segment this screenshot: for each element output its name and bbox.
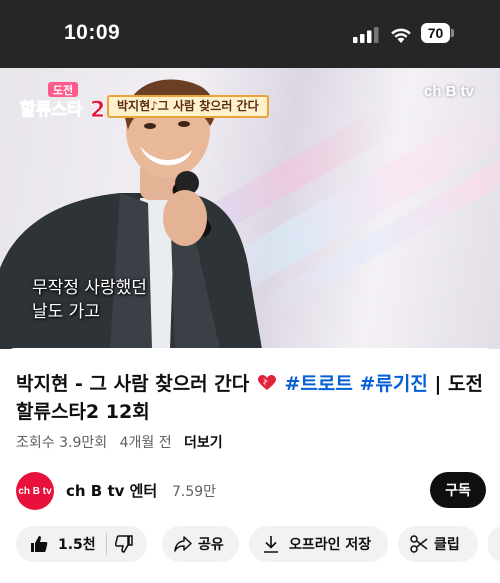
channel-row[interactable]: ch B tv ch B tv 엔터 7.59만 구독 bbox=[0, 466, 500, 516]
lyrics-subtitle: 무작정 사랑했던 날도 가고 bbox=[32, 278, 147, 322]
action-row: 1.5천 공유 오프라인 저장 클립 bbox=[0, 526, 500, 564]
hashtag-trot[interactable]: #트로트 bbox=[285, 373, 353, 395]
subscriber-count: 7.59만 bbox=[172, 484, 217, 500]
share-icon bbox=[174, 536, 192, 552]
video-info-panel: 박지현 - 그 사람 찾으러 간다 #트로트 #류기진 | 도전 할류스타2 1… bbox=[0, 348, 500, 583]
video-player[interactable]: 도전 할류스타 2 박지현♪그 사람 찾으러 간다 ch B tv 무작정 사랑… bbox=[0, 68, 500, 349]
video-meta[interactable]: 조회수 3.9만회 4개월 전 더보기 bbox=[16, 432, 231, 452]
status-time: 10:09 bbox=[64, 21, 121, 44]
like-icon[interactable] bbox=[30, 535, 48, 553]
dislike-icon[interactable] bbox=[114, 535, 133, 553]
offline-save-label: 오프라인 저장 bbox=[289, 537, 372, 553]
video-title[interactable]: 박지현 - 그 사람 찾으러 간다 #트로트 #류기진 | 도전 할류스타2 1… bbox=[16, 370, 484, 426]
more-actions-chip[interactable] bbox=[488, 526, 500, 562]
share-button[interactable]: 공유 bbox=[162, 526, 239, 562]
channel-name[interactable]: ch B tv 엔터 bbox=[66, 480, 157, 501]
song-caption: 박지현♪그 사람 찾으러 간다 bbox=[107, 95, 269, 118]
svg-text:2: 2 bbox=[90, 98, 105, 120]
offline-save-button[interactable]: 오프라인 저장 bbox=[249, 526, 388, 562]
clip-label: 클립 bbox=[434, 537, 460, 553]
view-count: 조회수 3.9만회 bbox=[16, 435, 108, 451]
scissors-icon bbox=[410, 535, 428, 553]
svg-text:도전: 도전 bbox=[53, 83, 73, 97]
like-divider bbox=[105, 533, 107, 555]
svg-text:할류스타: 할류스타 bbox=[20, 100, 83, 120]
channel-watermark: ch B tv bbox=[423, 83, 474, 100]
clip-button[interactable]: 클립 bbox=[398, 526, 478, 562]
wifi-icon bbox=[391, 28, 411, 43]
show-logo: 도전 할류스타 2 bbox=[20, 82, 106, 120]
hashtag-ryugijin[interactable]: #류기진 bbox=[360, 373, 428, 395]
more-link[interactable]: 더보기 bbox=[184, 435, 223, 451]
battery-indicator: 70 bbox=[421, 23, 454, 43]
channel-avatar[interactable]: ch B tv bbox=[16, 472, 54, 510]
title-text: 박지현 - 그 사람 찾으러 간다 bbox=[16, 373, 250, 395]
download-icon bbox=[264, 536, 278, 553]
battery-level: 70 bbox=[421, 23, 450, 43]
share-label: 공유 bbox=[198, 537, 224, 553]
signal-icon bbox=[353, 27, 379, 43]
upload-age: 4개월 전 bbox=[119, 435, 172, 451]
subscribe-button[interactable]: 구독 bbox=[430, 472, 486, 508]
status-bar: 10:09 70 bbox=[0, 0, 500, 68]
like-dislike-chip: 1.5천 bbox=[16, 526, 147, 562]
heart-emoji-icon bbox=[257, 375, 276, 390]
like-count[interactable]: 1.5천 bbox=[58, 534, 96, 554]
battery-tip bbox=[451, 29, 454, 37]
